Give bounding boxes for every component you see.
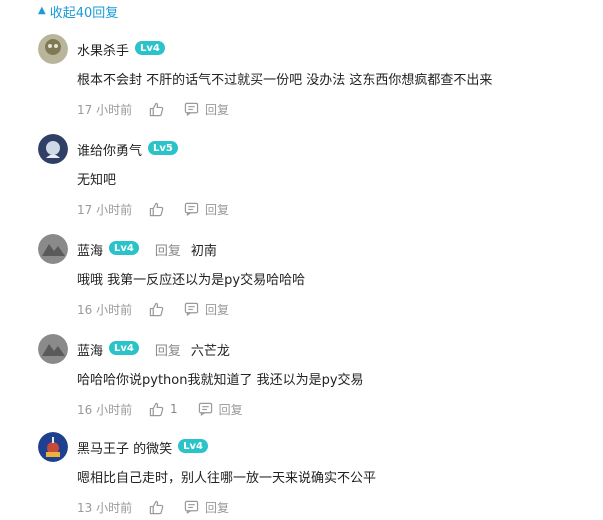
thumbs-up-icon bbox=[149, 500, 164, 514]
comment-item: 蓝海 Lv4 回复 初南 哦哦 我第一反应还以为是py交易哈哈哈 16 小时前 … bbox=[38, 234, 598, 319]
comment-bubble-icon bbox=[184, 500, 199, 514]
like-count: 1 bbox=[170, 402, 178, 416]
comment-text: 根本不会封 不肝的话气不过就买一份吧 没办法 这东西你想疯都查不出来 bbox=[77, 73, 493, 88]
level-badge: Lv4 bbox=[178, 439, 208, 453]
reply-label: 回复 bbox=[218, 402, 243, 417]
comment-item: 谁给你勇气 Lv5 无知吧 17 小时前 回复 bbox=[38, 134, 598, 219]
like-button[interactable]: 1 bbox=[149, 402, 178, 417]
level-badge: Lv4 bbox=[109, 241, 139, 255]
username[interactable]: 水果杀手 bbox=[77, 40, 129, 59]
comment-item: 黑马王子 的微笑 Lv4 嗯相比自己走时，别人往哪一放一天来说确实不公平 13 … bbox=[38, 432, 598, 517]
timestamp: 16 小时前 bbox=[77, 402, 133, 417]
thumbs-up-icon bbox=[149, 202, 164, 216]
reply-button[interactable]: 回复 bbox=[198, 401, 243, 418]
comment-text: 无知吧 bbox=[77, 173, 117, 188]
comment-text: 哦哦 我第一反应还以为是py交易哈哈哈 bbox=[77, 273, 306, 288]
reply-to-label: 回复 bbox=[154, 343, 181, 359]
comment-item: 蓝海 Lv4 回复 六芒龙 哈哈哈你说python我就知道了 我还以为是py交易… bbox=[38, 334, 598, 419]
level-badge: Lv5 bbox=[148, 141, 178, 155]
avatar[interactable] bbox=[38, 334, 68, 364]
avatar[interactable] bbox=[38, 34, 68, 64]
reply-to-label: 回复 bbox=[154, 243, 181, 259]
reply-label: 回复 bbox=[205, 302, 230, 317]
thumbs-up-icon bbox=[149, 102, 164, 116]
username[interactable]: 黑马王子 的微笑 bbox=[77, 438, 172, 457]
reply-to-username[interactable]: 初南 bbox=[191, 240, 217, 259]
like-button[interactable] bbox=[149, 500, 164, 515]
reply-to-username[interactable]: 六芒龙 bbox=[191, 340, 230, 359]
username[interactable]: 蓝海 bbox=[77, 340, 103, 359]
username[interactable]: 谁给你勇气 bbox=[77, 140, 142, 159]
level-badge: Lv4 bbox=[109, 341, 139, 355]
level-badge: Lv4 bbox=[135, 41, 165, 55]
like-button[interactable] bbox=[149, 302, 164, 317]
collapse-replies-toggle[interactable]: ▲ 收起40回复 bbox=[38, 2, 119, 21]
comment-bubble-icon bbox=[184, 102, 199, 116]
thumbs-up-icon bbox=[149, 302, 164, 316]
timestamp: 17 小时前 bbox=[77, 202, 133, 217]
timestamp: 13 小时前 bbox=[77, 500, 133, 515]
thumbs-up-icon bbox=[149, 402, 164, 416]
timestamp: 16 小时前 bbox=[77, 302, 133, 317]
collapse-label: 收起40回复 bbox=[49, 5, 119, 21]
triangle-up-icon: ▲ bbox=[38, 5, 46, 16]
reply-label: 回复 bbox=[205, 202, 230, 217]
avatar[interactable] bbox=[38, 432, 68, 462]
comment-bubble-icon bbox=[198, 402, 212, 416]
reply-label: 回复 bbox=[205, 500, 230, 515]
comment-bubble-icon bbox=[184, 302, 199, 316]
like-button[interactable] bbox=[149, 102, 164, 117]
username[interactable]: 蓝海 bbox=[77, 240, 103, 259]
reply-button[interactable]: 回复 bbox=[184, 499, 229, 516]
comment-bubble-icon bbox=[184, 202, 199, 216]
reply-button[interactable]: 回复 bbox=[184, 301, 229, 318]
comment-text: 嗯相比自己走时，别人往哪一放一天来说确实不公平 bbox=[77, 471, 377, 486]
timestamp: 17 小时前 bbox=[77, 102, 133, 117]
like-button[interactable] bbox=[149, 202, 164, 217]
reply-button[interactable]: 回复 bbox=[184, 101, 229, 118]
avatar[interactable] bbox=[38, 234, 68, 264]
comment-item: 水果杀手 Lv4 根本不会封 不肝的话气不过就买一份吧 没办法 这东西你想疯都查… bbox=[38, 34, 598, 119]
comment-text: 哈哈哈你说python我就知道了 我还以为是py交易 bbox=[77, 373, 364, 388]
reply-label: 回复 bbox=[205, 102, 230, 117]
avatar[interactable] bbox=[38, 134, 68, 164]
reply-button[interactable]: 回复 bbox=[184, 201, 229, 218]
